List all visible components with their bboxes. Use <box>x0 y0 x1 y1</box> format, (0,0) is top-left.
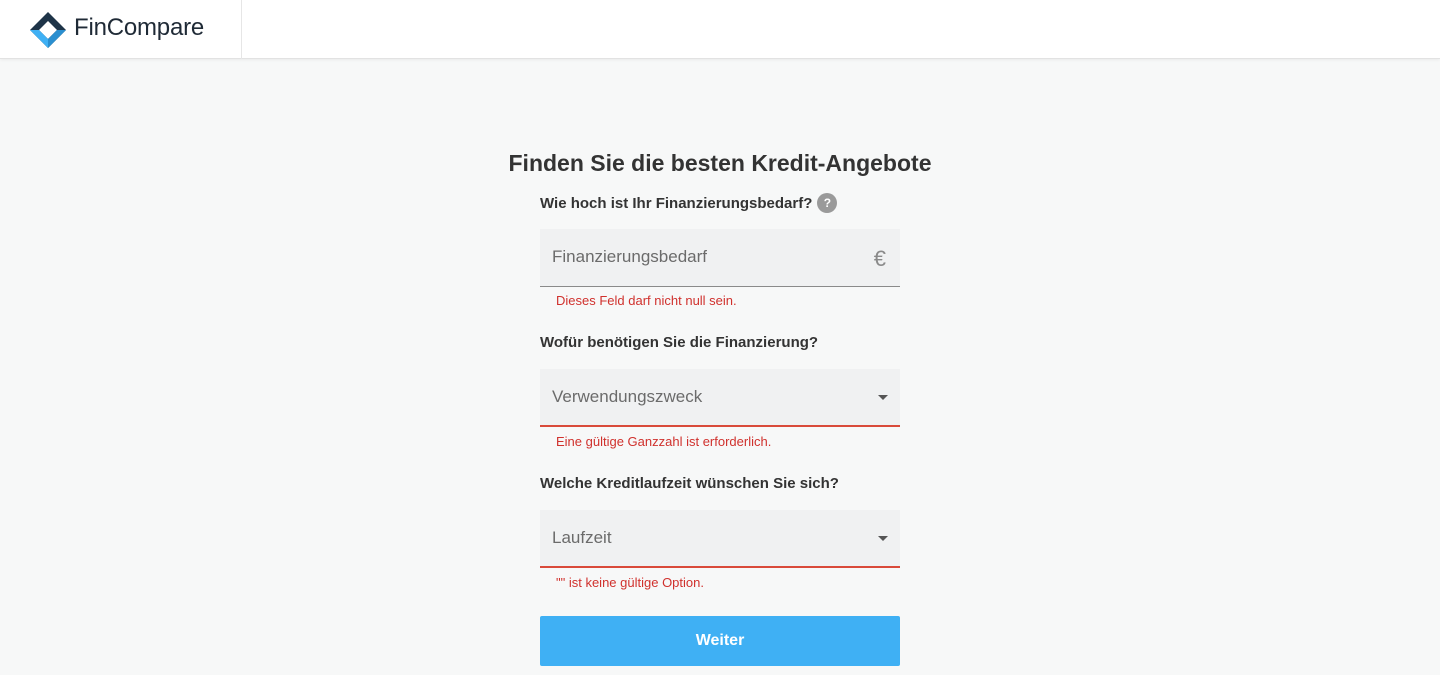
brand-name: FinCompare <box>74 14 205 41</box>
logo-link[interactable]: FinCompare <box>0 0 242 59</box>
question-amount-label: Wie hoch ist Ihr Finanzierungsbedarf? ? <box>540 193 838 213</box>
continue-button[interactable]: Weiter <box>540 616 900 666</box>
top-bar: FinCompare <box>0 0 1440 59</box>
purpose-select[interactable]: Verwendungszweck <box>540 369 900 427</box>
euro-icon: € <box>873 246 886 271</box>
question-purpose-label: Wofür benötigen Sie die Finanzierung? <box>540 334 818 351</box>
term-error: "" ist keine gültige Option. <box>556 575 704 590</box>
term-select[interactable]: Laufzeit <box>540 510 900 568</box>
question-label-text: Wofür benötigen Sie die Finanzierung? <box>540 334 819 351</box>
financing-amount-error: Dieses Feld darf nicht null sein. <box>556 293 737 308</box>
purpose-error: Eine gültige Ganzzahl ist erforderlich. <box>556 434 772 449</box>
help-icon[interactable]: ? <box>817 193 838 213</box>
question-label-text: Wie hoch ist Ihr Finanzierungsbedarf? <box>540 194 813 212</box>
term-placeholder: Laufzeit <box>552 528 612 547</box>
fincompare-logo-icon <box>30 12 66 48</box>
question-label-text: Welche Kreditlaufzeit wünschen Sie sich? <box>540 475 839 492</box>
chevron-down-icon <box>878 536 888 541</box>
financing-amount-input[interactable]: Finanzierungsbedarf € <box>540 229 900 287</box>
question-term-label: Welche Kreditlaufzeit wünschen Sie sich? <box>540 475 839 492</box>
page-title: Finden Sie die besten Kredit-Angebote <box>508 150 932 176</box>
financing-amount-placeholder: Finanzierungsbedarf <box>552 247 707 266</box>
chevron-down-icon <box>878 395 888 400</box>
purpose-placeholder: Verwendungszweck <box>552 387 703 406</box>
